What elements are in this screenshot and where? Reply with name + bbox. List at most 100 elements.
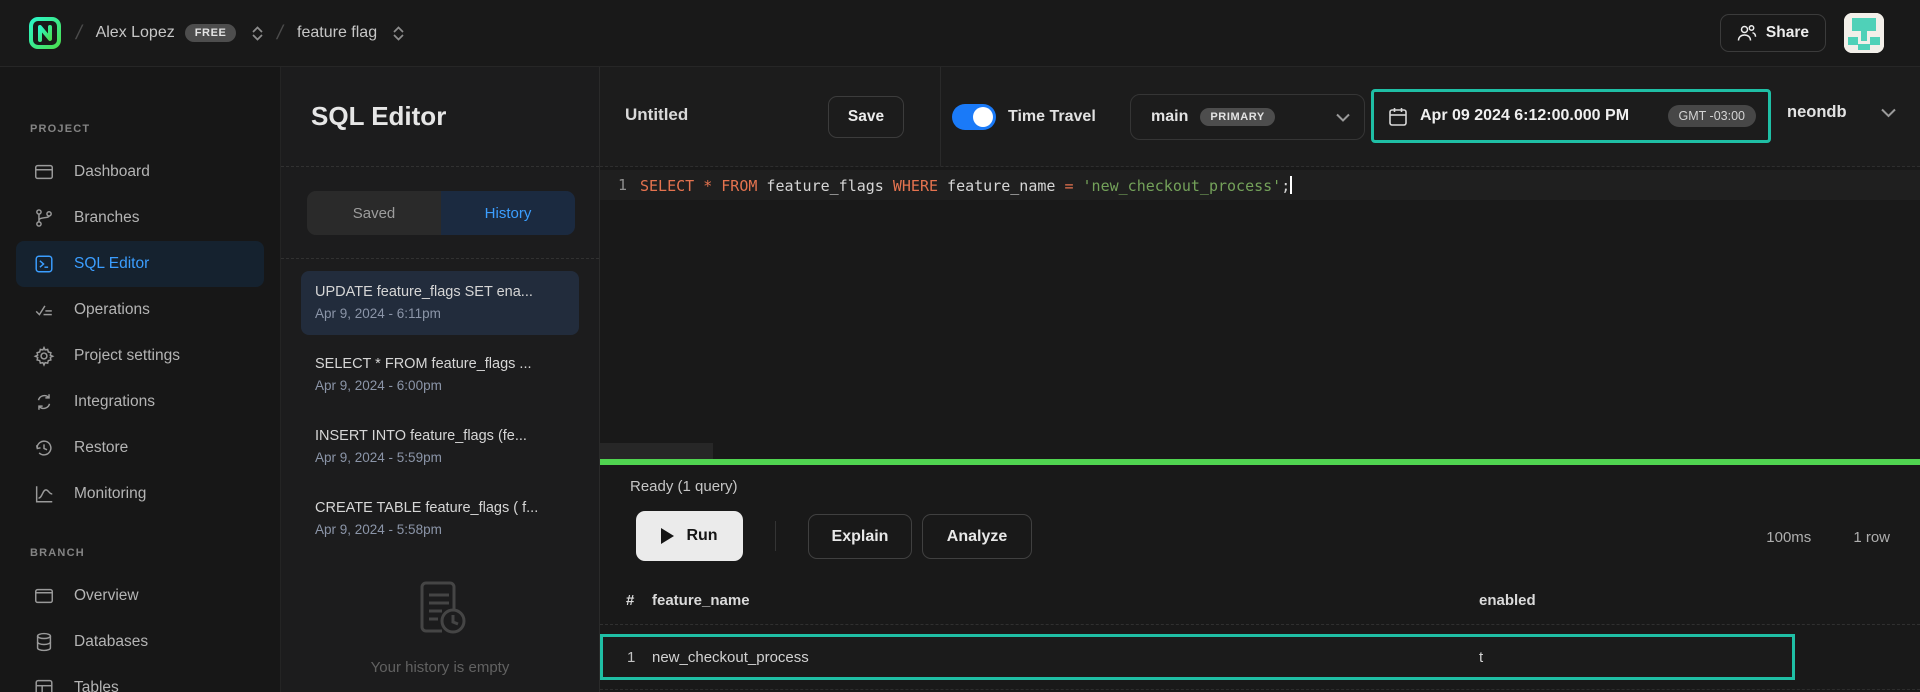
empty-history-label: Your history is empty xyxy=(371,659,510,676)
sidebar: PROJECT Dashboard Branches SQL Editor Op… xyxy=(0,67,281,692)
chevron-down-icon xyxy=(1336,113,1350,122)
query-duration: 100ms xyxy=(1766,529,1811,546)
sidebar-item-label: Tables xyxy=(74,679,119,692)
divider xyxy=(600,689,1920,690)
cell-enabled: t xyxy=(1479,649,1792,666)
sql-editor-panel: SQL Editor Saved History UPDATE feature_… xyxy=(281,67,600,692)
history-query: CREATE TABLE feature_flags ( f... xyxy=(315,497,565,519)
sidebar-item-label: Operations xyxy=(74,301,150,319)
run-button[interactable]: Run xyxy=(636,511,743,561)
history-item[interactable]: SELECT * FROM feature_flags ... Apr 9, 2… xyxy=(301,343,579,407)
history-item[interactable]: CREATE TABLE feature_flags ( f... Apr 9,… xyxy=(301,487,579,551)
run-label: Run xyxy=(686,527,717,545)
line-number: 1 xyxy=(600,176,640,194)
history-date: Apr 9, 2024 - 5:58pm xyxy=(315,519,565,541)
history-empty-state: Your history is empty xyxy=(281,571,599,676)
calendar-icon xyxy=(1388,106,1408,127)
sql-statement: SELECT * FROM feature_flags WHERE featur… xyxy=(640,176,1292,195)
sidebar-item-label: Overview xyxy=(74,587,139,605)
text-cursor xyxy=(1290,176,1292,194)
table-row-highlighted: 1 new_checkout_process t xyxy=(600,634,1795,680)
editor-main: Untitled Save Time Travel main PRIMARY A… xyxy=(600,67,1920,692)
history-list: UPDATE feature_flags SET ena... Apr 9, 2… xyxy=(281,259,599,551)
sidebar-item-project-settings[interactable]: Project settings xyxy=(16,333,264,379)
history-query: SELECT * FROM feature_flags ... xyxy=(315,353,565,375)
panel-title: SQL Editor xyxy=(311,101,446,132)
column-header-enabled: enabled xyxy=(1479,592,1920,609)
column-header-index: # xyxy=(600,592,652,609)
chevron-updown-icon xyxy=(393,26,404,41)
table-grid-icon xyxy=(32,676,56,692)
section-label-branch: BRANCH xyxy=(30,547,280,561)
branch-name: main xyxy=(1151,108,1188,126)
sidebar-item-databases[interactable]: Databases xyxy=(16,619,264,665)
dashboard-icon xyxy=(32,160,56,184)
sidebar-item-integrations[interactable]: Integrations xyxy=(16,379,264,425)
section-label-project: PROJECT xyxy=(30,123,280,137)
breadcrumb-separator: / xyxy=(275,22,285,45)
sql-code-editor[interactable]: 1 SELECT * FROM feature_flags WHERE feat… xyxy=(600,170,1920,459)
database-icon xyxy=(32,630,56,654)
sidebar-item-sql-editor[interactable]: SQL Editor xyxy=(16,241,264,287)
org-name: Alex Lopez xyxy=(96,24,175,42)
top-bar: / Alex Lopez FREE / feature flag Share xyxy=(0,0,1920,67)
sidebar-item-restore[interactable]: Restore xyxy=(16,425,264,471)
tab-history[interactable]: History xyxy=(441,191,575,235)
row-count: 1 row xyxy=(1853,529,1890,546)
history-date: Apr 9, 2024 - 6:11pm xyxy=(315,303,565,325)
restore-clock-icon xyxy=(32,436,56,460)
time-travel-datetime-picker[interactable]: Apr 09 2024 6:12:00.000 PM GMT -03:00 xyxy=(1371,89,1771,143)
cell-index: 1 xyxy=(603,649,652,666)
tab-saved[interactable]: Saved xyxy=(307,191,441,235)
sidebar-item-monitoring[interactable]: Monitoring xyxy=(16,471,264,517)
history-item[interactable]: INSERT INTO feature_flags (fe... Apr 9, … xyxy=(301,415,579,479)
query-actions: Run Explain Analyze 100ms 1 row xyxy=(600,508,1920,573)
sidebar-item-dashboard[interactable]: Dashboard xyxy=(16,149,264,195)
sidebar-item-label: Branches xyxy=(74,209,139,227)
plan-badge: FREE xyxy=(185,24,237,42)
query-title: Untitled xyxy=(625,105,688,125)
sidebar-item-label: Databases xyxy=(74,633,148,651)
sidebar-item-label: Monitoring xyxy=(74,485,146,503)
share-label: Share xyxy=(1766,24,1809,42)
chevron-down-icon xyxy=(1881,108,1896,118)
horizontal-scrollbar-thumb[interactable] xyxy=(600,443,713,459)
git-branch-icon xyxy=(32,206,56,230)
timezone-badge: GMT -03:00 xyxy=(1668,105,1756,127)
history-query: INSERT INTO feature_flags (fe... xyxy=(315,425,565,447)
neon-logo-icon[interactable] xyxy=(28,16,62,50)
sidebar-item-branches[interactable]: Branches xyxy=(16,195,264,241)
breadcrumb-org[interactable]: Alex Lopez FREE xyxy=(96,24,264,42)
sidebar-item-label: Project settings xyxy=(74,347,180,365)
save-button[interactable]: Save xyxy=(828,96,904,138)
time-travel-toggle[interactable] xyxy=(952,104,996,130)
query-status: Ready (1 query) xyxy=(630,478,738,495)
overview-icon xyxy=(32,584,56,608)
breadcrumb-project[interactable]: feature flag xyxy=(297,24,404,42)
code-line: 1 SELECT * FROM feature_flags WHERE feat… xyxy=(600,170,1920,200)
database-select[interactable]: neondb xyxy=(1787,103,1896,122)
analyze-button[interactable]: Analyze xyxy=(922,514,1032,559)
history-date: Apr 9, 2024 - 5:59pm xyxy=(315,447,565,469)
monitoring-chart-icon xyxy=(32,482,56,506)
history-item[interactable]: UPDATE feature_flags SET ena... Apr 9, 2… xyxy=(301,271,579,335)
history-date: Apr 9, 2024 - 6:00pm xyxy=(315,375,565,397)
sidebar-item-label: Integrations xyxy=(74,393,155,411)
play-icon xyxy=(661,528,674,544)
status-bar: Ready (1 query) xyxy=(600,465,1920,508)
share-button[interactable]: Share xyxy=(1720,14,1826,52)
sidebar-item-operations[interactable]: Operations xyxy=(16,287,264,333)
history-query: UPDATE feature_flags SET ena... xyxy=(315,281,565,303)
avatar[interactable] xyxy=(1844,13,1884,53)
sidebar-item-tables[interactable]: Tables xyxy=(16,665,264,692)
saved-history-tabs: Saved History xyxy=(307,191,575,235)
sidebar-item-label: SQL Editor xyxy=(74,255,149,273)
people-icon xyxy=(1737,24,1757,42)
primary-badge: PRIMARY xyxy=(1200,108,1275,126)
integrations-icon xyxy=(32,390,56,414)
branch-select[interactable]: main PRIMARY xyxy=(1130,94,1365,140)
operations-icon xyxy=(32,298,56,322)
sidebar-item-overview[interactable]: Overview xyxy=(16,573,264,619)
explain-button[interactable]: Explain xyxy=(808,514,912,559)
time-travel-label: Time Travel xyxy=(1008,108,1096,126)
